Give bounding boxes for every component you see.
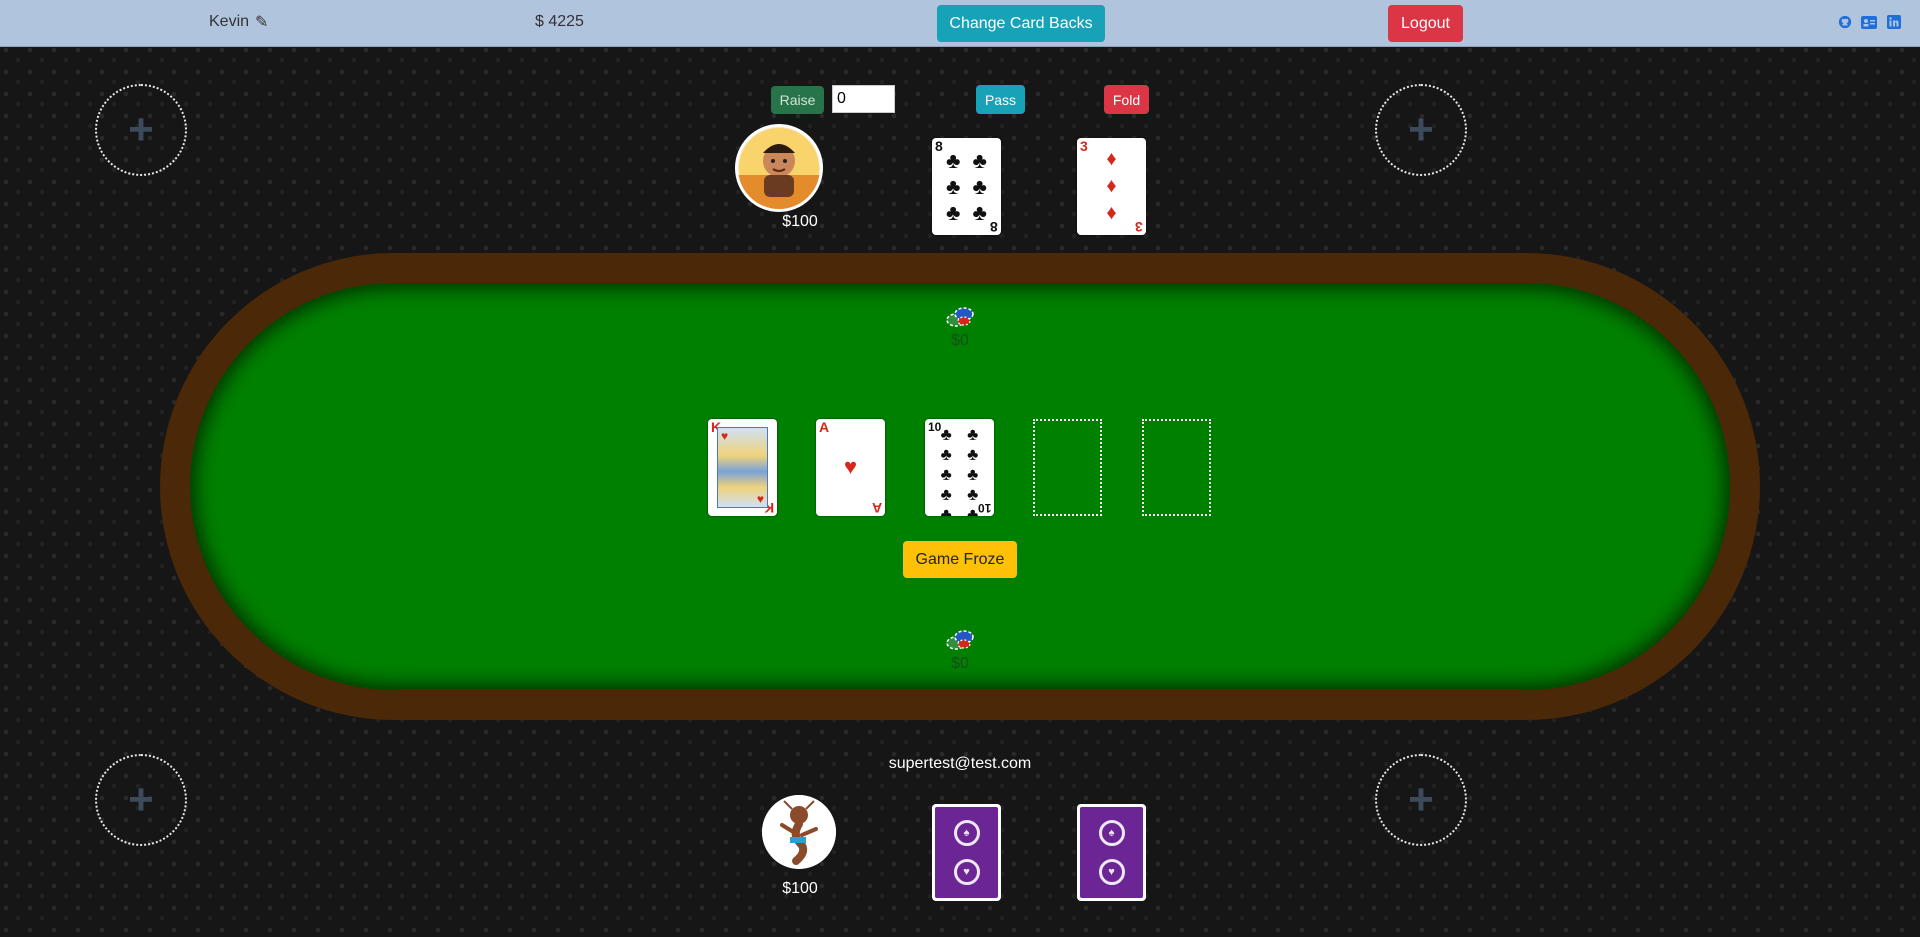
diamond-pip: ♦ (1106, 202, 1117, 224)
club-pip: ♣ (967, 425, 979, 444)
raise-amount-input[interactable] (832, 85, 895, 113)
spade-emblem-icon: ♠ (1098, 820, 1125, 846)
player-email: supertest@test.com (888, 755, 1032, 772)
club-pip: ♣ (967, 505, 979, 516)
empty-seat-bottom-left[interactable]: + (95, 754, 187, 846)
heart-emblem-icon: ♥ (1098, 859, 1125, 885)
top-pot-amount: $0 (951, 332, 969, 349)
game-froze-button[interactable]: Game Froze (903, 541, 1017, 578)
heart-pip: ♥ (843, 454, 858, 479)
club-pip: ♣ (967, 485, 979, 504)
player-money: $100 (782, 880, 818, 897)
club-pip: ♣ (946, 200, 961, 225)
top-navbar: Kevin ✎ $ 4225 Change Card Backs Logout (0, 0, 1920, 47)
opponent-avatar (735, 124, 823, 212)
club-pip: ♣ (940, 465, 952, 484)
community-card-slot-5 (1142, 419, 1211, 516)
diamond-pip: ♦ (1106, 148, 1117, 170)
player-card-back-2: ♠ ♥ (1077, 804, 1146, 901)
club-pip: ♣ (940, 445, 952, 464)
contact-card-icon[interactable] (1861, 14, 1877, 30)
club-pip: ♣ (972, 148, 987, 173)
community-card-1: K K ♥ ♥ (708, 419, 777, 516)
heart-pip: ♥ (756, 492, 764, 506)
diamond-pip: ♦ (1106, 175, 1117, 197)
player-avatar (762, 795, 836, 869)
change-card-backs-button[interactable]: Change Card Backs (937, 5, 1105, 42)
empty-seat-top-left[interactable]: + (95, 84, 187, 176)
community-card-slot-4 (1033, 419, 1102, 516)
logout-button[interactable]: Logout (1388, 5, 1463, 42)
github-icon[interactable] (1837, 14, 1853, 30)
heart-emblem-icon: ♥ (953, 859, 980, 885)
bottom-pot-amount: $0 (951, 655, 969, 672)
club-pip: ♣ (967, 445, 979, 464)
chips-icon (946, 627, 974, 651)
community-card-3: 10 10 ♣ ♣ ♣ ♣ ♣ ♣ ♣ ♣ ♣ ♣ (925, 419, 994, 516)
edit-icon[interactable]: ✎ (255, 12, 268, 32)
empty-seat-top-right[interactable]: + (1375, 84, 1467, 176)
community-card-2: A A ♥ (816, 419, 885, 516)
chips-icon (946, 304, 974, 328)
opponent-card-2: 3 3 ♦ ♦ ♦ (1077, 138, 1146, 235)
username: Kevin (209, 13, 250, 30)
club-pip: ♣ (940, 425, 952, 444)
raise-button[interactable]: Raise (771, 86, 824, 114)
club-pip: ♣ (946, 148, 961, 173)
linkedin-icon[interactable] (1886, 14, 1902, 30)
player-card-back-1: ♠ ♥ (932, 804, 1001, 901)
club-pip: ♣ (940, 505, 952, 516)
club-pip: ♣ (972, 200, 987, 225)
club-pip: ♣ (946, 174, 961, 199)
opponent-card-1: 8 8 ♣ ♣ ♣ ♣ ♣ ♣ (932, 138, 1001, 235)
card-rank: A (819, 419, 830, 435)
balance: $ 4225 (535, 13, 584, 30)
pass-button[interactable]: Pass (976, 85, 1025, 114)
card-rank-bottom: A (871, 500, 882, 516)
opponent-money: $100 (782, 213, 818, 230)
fold-button[interactable]: Fold (1104, 85, 1149, 114)
empty-seat-bottom-right[interactable]: + (1375, 754, 1467, 846)
club-pip: ♣ (967, 465, 979, 484)
club-pip: ♣ (972, 174, 987, 199)
spade-emblem-icon: ♠ (953, 820, 980, 846)
club-pip: ♣ (940, 485, 952, 504)
heart-pip: ♥ (721, 429, 729, 443)
king-face-art: ♥ ♥ (717, 427, 768, 508)
